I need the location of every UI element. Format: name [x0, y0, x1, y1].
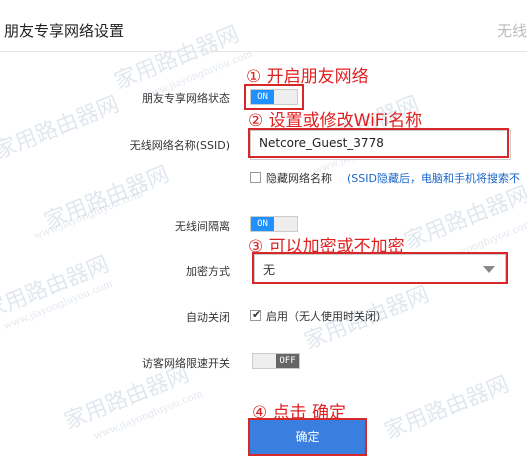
network-status-label: 朋友专享网络状态 — [142, 92, 230, 105]
watermark-text: 家用路由器网 — [381, 372, 513, 445]
hide-ssid-label: 隐藏网络名称 — [266, 172, 332, 185]
watermark-text: 家用路由器网 — [401, 182, 527, 255]
page-title: 朋友专享网络设置 — [4, 22, 125, 40]
ssid-label: 无线网络名称(SSID) — [129, 139, 230, 152]
confirm-button[interactable]: 确定 — [250, 420, 365, 454]
toggle-on-label: ON — [251, 217, 274, 231]
encryption-label: 加密方式 — [186, 265, 230, 278]
hide-ssid-hint: (SSID隐藏后，电脑和手机将搜索不 — [347, 172, 520, 185]
encryption-highlight — [252, 252, 508, 284]
toggle-off-label: OFF — [276, 354, 299, 368]
checkmark-icon: ✔ — [252, 308, 262, 321]
network-status-toggle[interactable]: ON — [250, 89, 298, 105]
header-right-text: 无线 — [497, 22, 527, 40]
isolation-toggle[interactable]: ON — [250, 216, 298, 232]
hide-ssid-checkbox[interactable] — [250, 172, 261, 183]
toggle-on-label: ON — [251, 90, 274, 104]
ssid-highlight — [248, 128, 509, 158]
speed-limit-toggle[interactable]: OFF — [252, 353, 300, 369]
header-divider — [0, 51, 527, 52]
isolation-label: 无线间隔离 — [175, 220, 230, 233]
auto-close-label: 自动关闭 — [186, 311, 230, 324]
auto-close-checkbox[interactable]: ✔ — [250, 308, 262, 321]
speed-limit-label: 访客网络限速开关 — [142, 357, 230, 370]
auto-close-checkbox-label: 启用（无人使用时关闭） — [266, 310, 387, 323]
